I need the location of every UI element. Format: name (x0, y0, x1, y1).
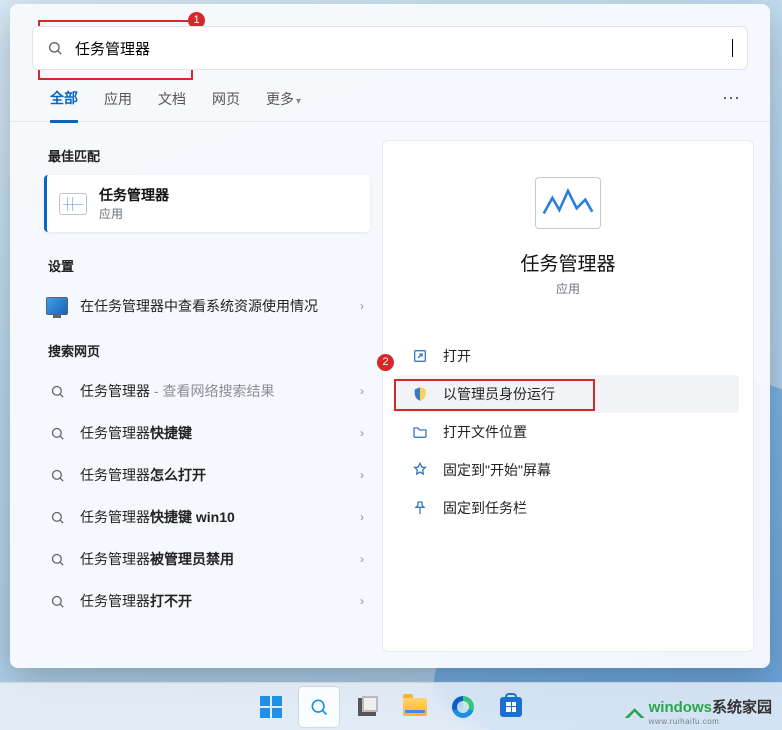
web-result[interactable]: 任务管理器 - 查看网络搜索结果 › (44, 370, 370, 412)
web-result[interactable]: 任务管理器快捷键 win10 › (44, 496, 370, 538)
folder-icon (411, 423, 429, 441)
tab-apps[interactable]: 应用 (104, 89, 132, 121)
action-run-as-admin-label: 以管理员身份运行 (443, 384, 555, 404)
watermark-url: www.ruihaifu.com (649, 717, 772, 726)
task-view-button[interactable] (347, 687, 387, 727)
results-column: 最佳匹配 任务管理器 应用 设置 在任务管理器中查看系统资源使用情况 › 搜索网… (44, 140, 370, 652)
start-button[interactable] (251, 687, 291, 727)
search-icon (47, 40, 63, 56)
web-result[interactable]: 任务管理器被管理员禁用 › (44, 538, 370, 580)
watermark: windows系统家园 www.ruihaifu.com (625, 696, 772, 726)
tab-web[interactable]: 网页 (212, 89, 240, 121)
action-open-label: 打开 (443, 346, 471, 366)
watermark-logo-icon (625, 704, 645, 718)
tab-docs[interactable]: 文档 (158, 89, 186, 121)
watermark-tag: 系统家园 (712, 699, 772, 716)
action-open-location-label: 打开文件位置 (443, 422, 527, 442)
search-icon (50, 468, 65, 483)
pin-icon (411, 461, 429, 479)
ms-store-icon (500, 697, 522, 717)
action-pin-taskbar-label: 固定到任务栏 (443, 498, 527, 518)
search-icon (50, 426, 65, 441)
shield-icon (411, 385, 429, 403)
settings-result-text: 在任务管理器中查看系统资源使用情况 (80, 297, 348, 316)
best-match-result[interactable]: 任务管理器 应用 (44, 175, 370, 232)
search-icon (50, 384, 65, 399)
search-icon (309, 697, 329, 717)
web-result-text: 任务管理器快捷键 win10 (80, 508, 348, 527)
search-web-label: 搜索网页 (48, 341, 368, 360)
search-input[interactable] (73, 39, 734, 58)
chevron-right-icon: › (360, 594, 364, 608)
pin-icon (411, 499, 429, 517)
edge-icon (452, 696, 474, 718)
task-manager-icon (59, 193, 87, 215)
ms-store-button[interactable] (491, 687, 531, 727)
action-pin-start[interactable]: 固定到"开始"屏幕 (397, 451, 739, 489)
action-open[interactable]: 打开 (397, 337, 739, 375)
best-match-label: 最佳匹配 (48, 146, 368, 165)
chevron-right-icon: › (360, 426, 364, 440)
settings-result[interactable]: 在任务管理器中查看系统资源使用情况 › (44, 285, 370, 327)
annotation-badge-2: 2 (377, 354, 394, 371)
web-result-text: 任务管理器 - 查看网络搜索结果 (80, 382, 348, 401)
taskbar-search-button[interactable] (299, 687, 339, 727)
settings-label: 设置 (48, 256, 368, 275)
preview-title: 任务管理器 (397, 249, 739, 276)
preview-column: 任务管理器 应用 打开 以管理员身份运行 打开文件位置 固定到"开始"屏幕 固定… (382, 140, 754, 652)
tab-all[interactable]: 全部 (50, 88, 78, 123)
web-result-text: 任务管理器快捷键 (80, 424, 348, 443)
search-icon (50, 510, 65, 525)
search-icon (50, 552, 65, 567)
filter-tabs: 全部 应用 文档 网页 更多▾ ⋯ (10, 70, 770, 122)
chevron-right-icon: › (360, 510, 364, 524)
windows-logo-icon (260, 696, 282, 718)
web-result-text: 任务管理器被管理员禁用 (80, 550, 348, 569)
file-explorer-button[interactable] (395, 687, 435, 727)
web-result[interactable]: 任务管理器打不开 › (44, 580, 370, 622)
best-match-title: 任务管理器 (99, 185, 169, 205)
action-pin-start-label: 固定到"开始"屏幕 (443, 460, 551, 480)
start-search-panel: 1 2 全部 应用 文档 网页 更多▾ ⋯ 最佳匹配 任务管理器 应用 (10, 4, 770, 668)
text-caret (732, 39, 733, 57)
best-match-subtitle: 应用 (99, 205, 169, 222)
search-input-container[interactable] (32, 26, 748, 70)
edge-button[interactable] (443, 687, 483, 727)
action-run-as-admin[interactable]: 以管理员身份运行 (397, 375, 739, 413)
chevron-right-icon: › (360, 552, 364, 566)
web-result-text: 任务管理器怎么打开 (80, 466, 348, 485)
action-open-location[interactable]: 打开文件位置 (397, 413, 739, 451)
overflow-button[interactable]: ⋯ (722, 88, 742, 121)
tab-more[interactable]: 更多▾ (266, 89, 301, 121)
file-explorer-icon (403, 698, 427, 716)
search-icon (50, 594, 65, 609)
watermark-brand: windows (649, 699, 712, 716)
task-view-icon (358, 698, 376, 716)
task-manager-icon-large (535, 177, 601, 229)
chevron-down-icon: ▾ (296, 96, 301, 107)
monitor-icon (46, 297, 68, 315)
preview-subtitle: 应用 (397, 280, 739, 297)
action-pin-taskbar[interactable]: 固定到任务栏 (397, 489, 739, 527)
chevron-right-icon: › (360, 468, 364, 482)
web-result-text: 任务管理器打不开 (80, 592, 348, 611)
web-result[interactable]: 任务管理器快捷键 › (44, 412, 370, 454)
web-result[interactable]: 任务管理器怎么打开 › (44, 454, 370, 496)
chevron-right-icon: › (360, 384, 364, 398)
open-icon (411, 347, 429, 365)
chevron-right-icon: › (360, 299, 364, 313)
